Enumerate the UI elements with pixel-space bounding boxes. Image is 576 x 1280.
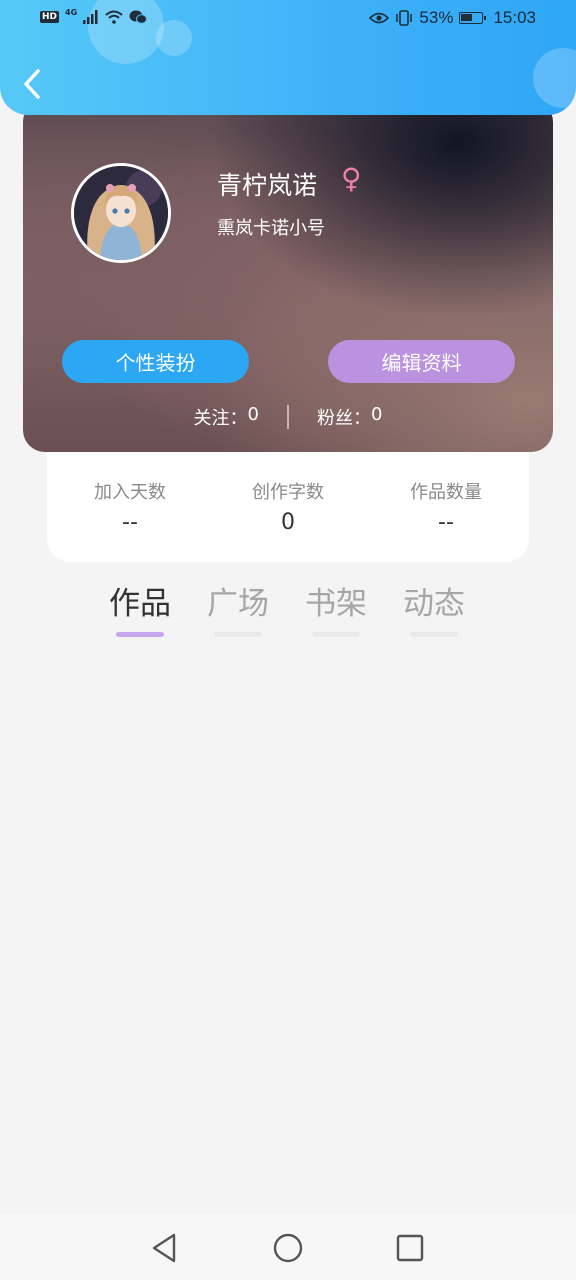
stat-value: 0: [281, 510, 295, 535]
chevron-left-icon: [24, 69, 40, 99]
status-left: HD 4G: [40, 7, 148, 24]
follow-count[interactable]: 关注： 0: [188, 404, 265, 430]
wechat-icon: [129, 10, 148, 24]
stat-value: --: [122, 510, 138, 535]
header-bar: HD 4G 53% 15:03: [0, 0, 576, 115]
follow-label: 关注：: [193, 408, 248, 429]
profile-card: 青柠岚诺 ♀ 熏岚卡诺小号 个性装扮 编辑资料 关注： 0 粉丝： 0: [23, 100, 553, 452]
hd-badge: HD: [40, 11, 60, 23]
status-bar: HD 4G 53% 15:03: [0, 0, 576, 40]
tab-label: 动态: [403, 586, 465, 622]
stat-label: 加入天数: [94, 482, 166, 503]
network-type: 4G: [65, 7, 78, 17]
square-recent-icon: [396, 1234, 424, 1262]
fans-value: 0: [371, 404, 383, 425]
decorate-button[interactable]: 个性装扮: [62, 340, 249, 383]
stat-value: --: [438, 510, 454, 535]
divider: [287, 405, 289, 429]
decorative-bubble: [533, 48, 576, 108]
stat-label: 创作字数: [252, 482, 324, 503]
fans-count[interactable]: 粉丝： 0: [311, 404, 388, 430]
nav-home-button[interactable]: [271, 1231, 305, 1265]
triangle-back-icon: [152, 1233, 176, 1263]
system-nav-bar: [0, 1214, 576, 1280]
tab-square[interactable]: 广场: [191, 578, 285, 637]
eye-icon: [369, 12, 390, 24]
battery-icon: [459, 12, 487, 24]
stat-label: 作品数量: [410, 482, 482, 503]
female-icon: ♀: [341, 162, 362, 195]
tab-works[interactable]: 作品: [93, 578, 187, 637]
battery-percent: 53%: [419, 8, 454, 27]
tab-indicator: [410, 632, 458, 637]
follow-value: 0: [247, 404, 259, 425]
tab-label: 广场: [207, 586, 269, 622]
battery-fill: [461, 14, 472, 21]
tab-label: 作品: [109, 586, 171, 622]
circle-home-icon: [273, 1233, 303, 1263]
avatar-image: [74, 166, 168, 260]
tab-indicator: [214, 632, 262, 637]
follow-row: 关注： 0 粉丝： 0: [23, 402, 553, 432]
stats-card: 加入天数 -- 创作字数 0 作品数量 --: [47, 452, 529, 562]
tab-activity[interactable]: 动态: [387, 578, 481, 637]
stat-works-count: 作品数量 --: [401, 478, 491, 562]
avatar[interactable]: [71, 163, 171, 263]
signal-icon: [83, 10, 98, 24]
nav-back-button[interactable]: [148, 1231, 182, 1265]
tab-bookshelf[interactable]: 书架: [289, 578, 383, 637]
nav-recent-button[interactable]: [393, 1231, 427, 1265]
tab-indicator: [312, 632, 360, 637]
signature: 熏岚卡诺小号: [217, 218, 325, 239]
content-tabs: 作品 广场 书架 动态: [93, 578, 485, 640]
tab-indicator: [116, 632, 164, 637]
stat-join-days: 加入天数 --: [85, 478, 175, 562]
clock: 15:03: [493, 8, 536, 27]
vibrate-icon: [396, 10, 413, 26]
username: 青柠岚诺: [217, 171, 318, 200]
back-button[interactable]: [18, 66, 48, 102]
stat-word-count: 创作字数 0: [243, 478, 333, 562]
tab-label: 书架: [305, 586, 367, 622]
status-right: 53% 15:03: [369, 8, 536, 28]
edit-profile-button[interactable]: 编辑资料: [328, 340, 515, 383]
fans-label: 粉丝：: [317, 408, 371, 429]
wifi-icon: [105, 10, 123, 24]
